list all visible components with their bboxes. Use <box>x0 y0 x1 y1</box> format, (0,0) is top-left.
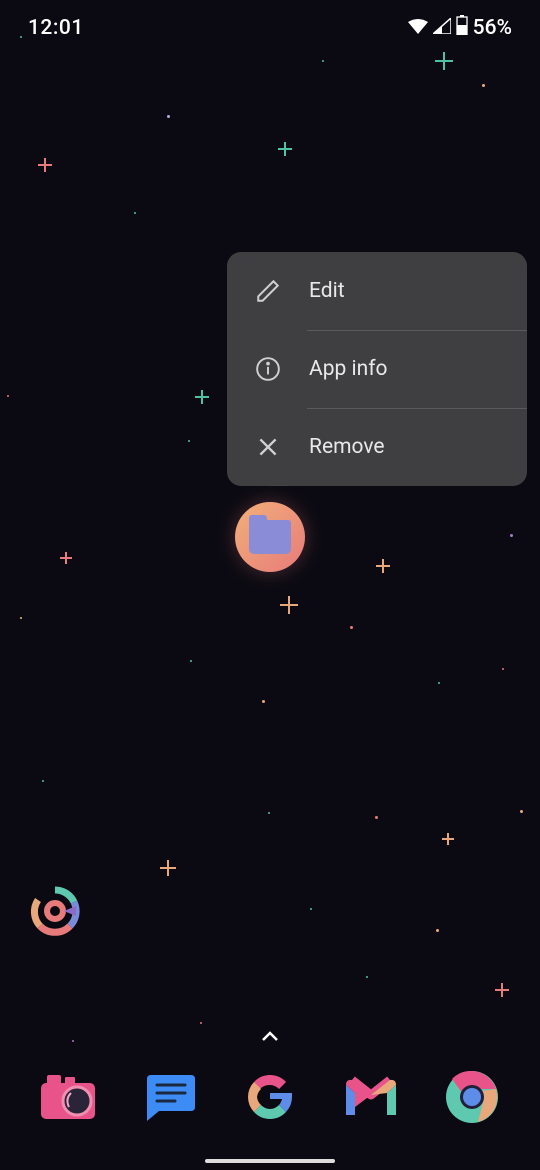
dock-google[interactable] <box>239 1066 301 1128</box>
wifi-icon <box>408 16 428 40</box>
files-app-icon[interactable] <box>235 502 305 572</box>
dock <box>0 1066 540 1128</box>
camera-icon <box>39 1073 97 1121</box>
close-icon <box>255 434 281 460</box>
dock-chrome[interactable] <box>441 1066 503 1128</box>
gesture-nav-bar[interactable] <box>205 1159 335 1163</box>
menu-app-info-label: App info <box>309 357 387 381</box>
gmail-icon <box>342 1075 400 1119</box>
chrome-icon <box>444 1069 500 1125</box>
messages-icon <box>141 1071 197 1123</box>
menu-edit-label: Edit <box>309 279 345 303</box>
context-menu: Edit App info Remove <box>227 252 527 486</box>
status-time: 12:01 <box>28 16 84 40</box>
info-icon <box>255 356 281 382</box>
pencil-icon <box>255 278 281 304</box>
google-icon <box>242 1069 298 1125</box>
dock-camera[interactable] <box>37 1066 99 1128</box>
battery-percent: 56% <box>473 16 512 40</box>
menu-remove-label: Remove <box>309 435 385 459</box>
dock-messages[interactable] <box>138 1066 200 1128</box>
folder-icon <box>249 520 291 554</box>
dock-gmail[interactable] <box>340 1066 402 1128</box>
battery-icon <box>456 15 468 41</box>
menu-edit[interactable]: Edit <box>227 252 527 330</box>
menu-remove[interactable]: Remove <box>227 408 527 486</box>
crux-app-icon[interactable] <box>28 884 82 938</box>
status-bar: 12:01 56% <box>0 0 540 56</box>
signal-icon <box>433 16 451 40</box>
menu-app-info[interactable]: App info <box>227 330 527 408</box>
app-drawer-handle-icon[interactable] <box>258 1025 282 1049</box>
